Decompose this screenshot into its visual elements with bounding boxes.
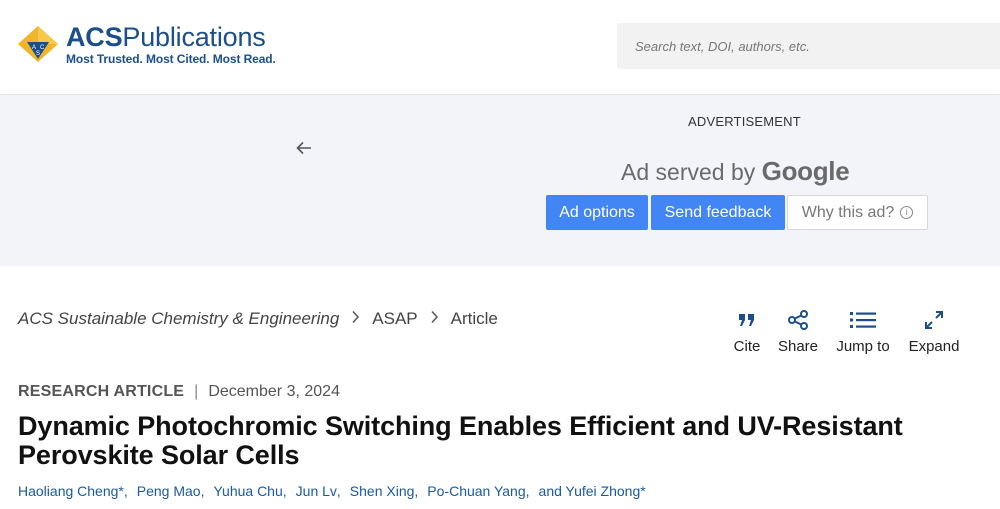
article-meta: RESEARCH ARTICLE | December 3, 2024	[18, 383, 340, 401]
author-link[interactable]: Haoliang Cheng*	[18, 483, 124, 499]
quote-icon	[733, 309, 761, 331]
logo-name: ACSPublications	[66, 22, 266, 52]
breadcrumb-section[interactable]: ASAP	[372, 309, 417, 329]
breadcrumb-journal[interactable]: ACS Sustainable Chemistry & Engineering	[18, 309, 339, 329]
advertisement-banner: ADVERTISEMENT Ad served by Google Ad opt…	[0, 96, 1000, 266]
ad-label: ADVERTISEMENT	[688, 114, 801, 129]
breadcrumb: ACS Sustainable Chemistry & Engineering …	[18, 309, 498, 329]
back-arrow-icon[interactable]	[296, 140, 312, 160]
breadcrumb-current: Article	[450, 309, 498, 328]
site-header: A C S ACSPublications Most Trusted. Most…	[0, 0, 1000, 95]
svg-text:C: C	[40, 45, 45, 51]
list-icon	[835, 309, 891, 331]
acs-emblem-icon: A C S	[16, 22, 60, 66]
expand-label: Expand	[908, 338, 960, 355]
share-label: Share	[777, 338, 819, 355]
author-link[interactable]: Peng Mao	[137, 483, 201, 499]
article-title: Dynamic Photochromic Switching Enables E…	[18, 411, 903, 470]
why-this-ad-button[interactable]: Why this ad? i	[787, 195, 928, 230]
cite-label: Cite	[733, 338, 761, 355]
article-type: RESEARCH ARTICLE	[18, 383, 185, 400]
google-wordmark: Google	[761, 156, 850, 186]
jump-to-button[interactable]: Jump to	[835, 309, 891, 355]
author-link[interactable]: Jun Lv	[296, 483, 337, 499]
send-feedback-button[interactable]: Send feedback	[651, 195, 785, 230]
author-link[interactable]: Po-Chuan Yang	[427, 483, 525, 499]
expand-icon	[908, 309, 960, 331]
author-link[interactable]: Yuhua Chu	[213, 483, 282, 499]
share-icon	[777, 309, 819, 331]
cite-button[interactable]: Cite	[733, 309, 761, 355]
ad-options-button[interactable]: Ad options	[546, 195, 648, 230]
publication-date: December 3, 2024	[208, 383, 340, 400]
acs-logo[interactable]: A C S ACSPublications Most Trusted. Most…	[16, 22, 276, 66]
info-icon: i	[900, 206, 914, 219]
expand-button[interactable]: Expand	[908, 309, 960, 355]
share-button[interactable]: Share	[777, 309, 819, 355]
search-input[interactable]	[617, 23, 1000, 69]
jump-to-label: Jump to	[836, 338, 890, 355]
chevron-right-icon	[351, 309, 360, 329]
svg-text:S: S	[36, 51, 40, 57]
chevron-right-icon	[430, 309, 439, 329]
logo-tagline: Most Trusted. Most Cited. Most Read.	[66, 52, 276, 66]
author-list: Haoliang Cheng*, Peng Mao, Yuhua Chu, Ju…	[18, 483, 646, 499]
author-link[interactable]: Shen Xing	[350, 483, 415, 499]
logo-text: ACSPublications Most Trusted. Most Cited…	[66, 22, 276, 66]
author-link[interactable]: and Yufei Zhong*	[539, 483, 646, 499]
ad-served-by: Ad served by Google	[621, 156, 850, 186]
meta-divider: |	[194, 383, 199, 400]
